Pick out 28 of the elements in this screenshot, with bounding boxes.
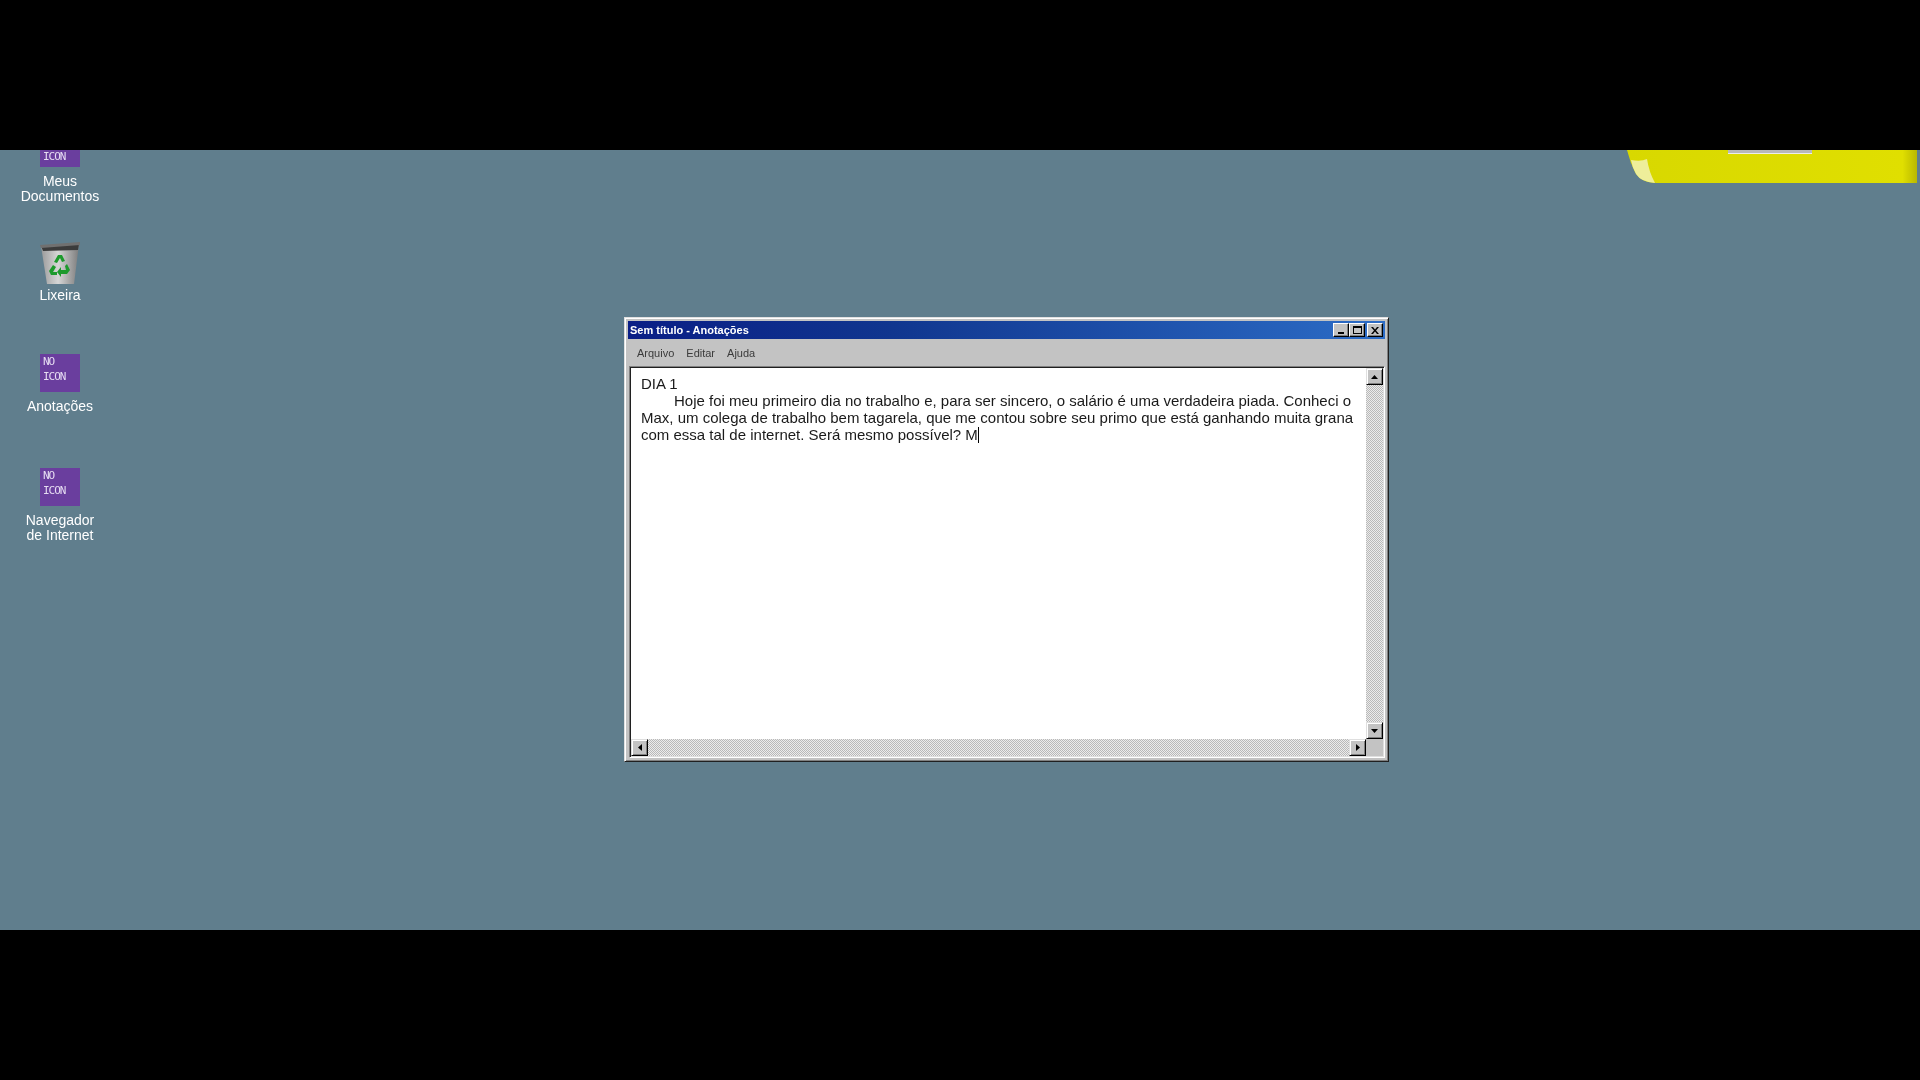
scroll-down-button[interactable] — [1366, 722, 1383, 739]
desktop-icon-label[interactable]: Lixeira — [20, 288, 100, 303]
maximize-icon — [1352, 326, 1362, 334]
close-button[interactable] — [1367, 323, 1383, 337]
minimize-icon — [1338, 331, 1344, 334]
desktop-icon-label[interactable]: Navegador de Internet — [20, 513, 100, 543]
menu-item[interactable]: Editar — [680, 346, 722, 360]
note-text: DIA 1 — [641, 375, 678, 392]
up-arrow-icon — [1371, 374, 1378, 379]
placeholder-icon-tile[interactable]: NO ICON — [40, 354, 80, 392]
right-arrow-icon — [1355, 744, 1360, 751]
close-icon — [1371, 326, 1379, 334]
minimize-button[interactable] — [1333, 323, 1349, 337]
scroll-left-button[interactable] — [631, 739, 648, 756]
desktop-icon-label[interactable]: Anotações — [20, 399, 100, 414]
scroll-right-button[interactable] — [1349, 739, 1366, 756]
menu-item[interactable]: Arquivo — [631, 346, 681, 360]
desktop-icon-label[interactable]: Meus Documentos — [20, 174, 100, 204]
note-text: Hoje foi meu primeiro dia no trabalho e, para ser sincero, o salário é uma verdadeira piada. Conheci o Max, um colega de trabalho bem tagarela, que me contou sobre seu primo que está ganhando muita grana com essa tal de internet. Será mesmo possível? M — [641, 392, 1354, 443]
window-title: Sem título - Anotações — [630, 324, 750, 336]
menu-item[interactable]: Ajuda — [721, 346, 762, 360]
placeholder-icon-tile[interactable]: ICON — [40, 150, 80, 167]
down-arrow-icon — [1371, 728, 1378, 733]
placeholder-icon-tile[interactable]: NO ICON — [40, 468, 80, 506]
left-arrow-icon — [637, 744, 642, 751]
recycle-bin-icon[interactable] — [38, 240, 81, 285]
maximize-button[interactable] — [1349, 323, 1365, 337]
scroll-up-button[interactable] — [1366, 368, 1383, 385]
